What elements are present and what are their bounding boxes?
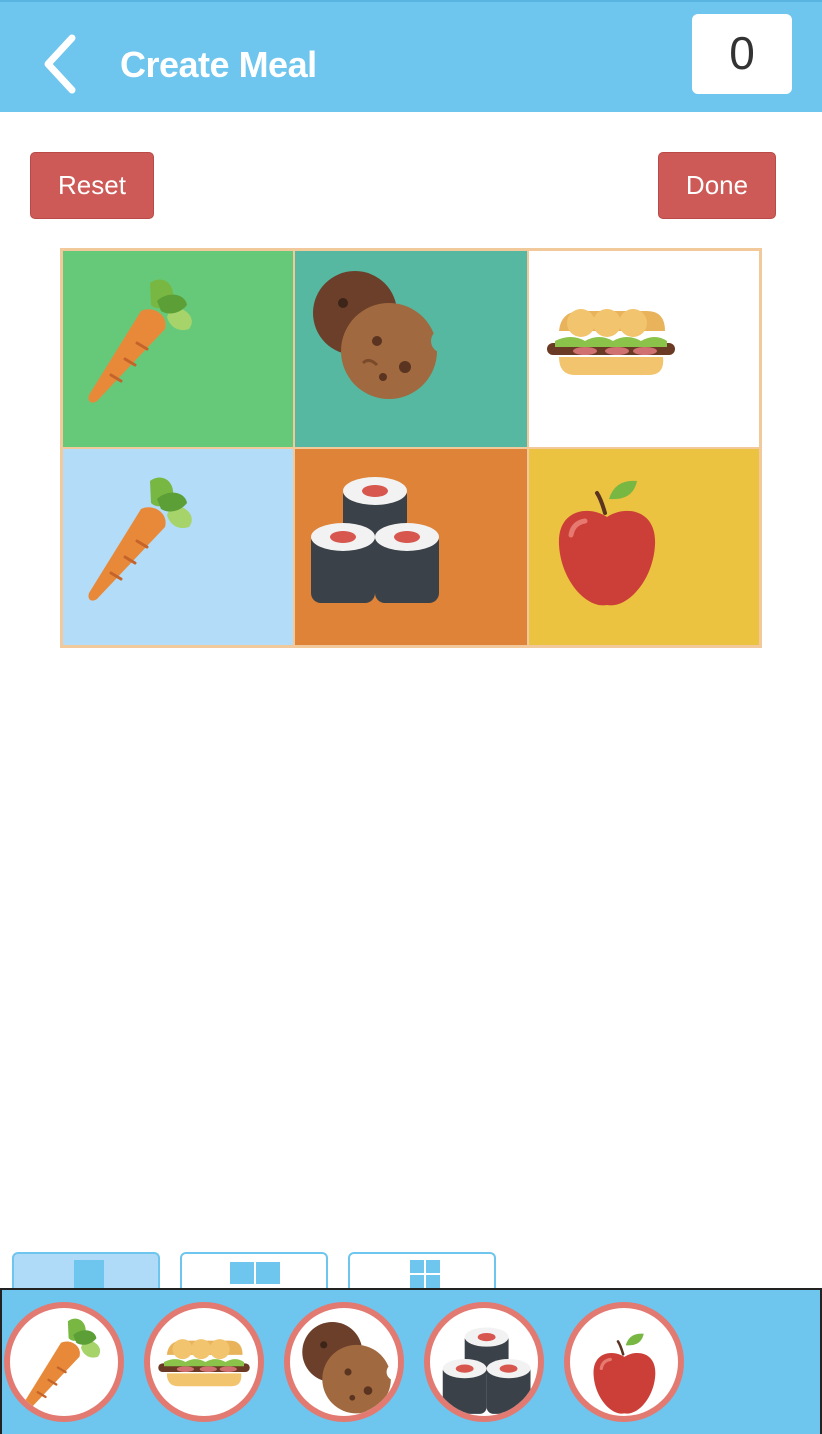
apple-icon (558, 480, 656, 606)
cookies-icon (302, 1322, 398, 1414)
food-option-sushi[interactable] (424, 1302, 544, 1422)
meal-grid (60, 248, 762, 648)
food-option-apple[interactable] (564, 1302, 684, 1422)
meal-slot-6[interactable] (528, 448, 760, 646)
page-title: Create Meal (120, 44, 317, 85)
carrot-icon (88, 279, 192, 403)
tab-one-column[interactable] (12, 1252, 160, 1292)
food-option-sandwich[interactable] (144, 1302, 264, 1422)
food-option-cookies[interactable] (284, 1302, 404, 1422)
food-option-carrot[interactable] (4, 1302, 124, 1422)
back-button[interactable] (36, 32, 86, 96)
app-header: Create Meal 0 (0, 0, 822, 112)
meal-slot-2[interactable] (294, 250, 528, 448)
chevron-left-icon (44, 34, 76, 94)
carrot-icon (88, 477, 192, 601)
tab-two-column[interactable] (180, 1252, 328, 1292)
tab-four-grid[interactable] (348, 1252, 496, 1292)
meal-slot-1[interactable] (62, 250, 294, 448)
meal-counter: 0 (692, 14, 792, 94)
sushi-icon (311, 477, 439, 603)
reset-button[interactable]: Reset (30, 152, 154, 219)
meal-slot-4[interactable] (62, 448, 294, 646)
meal-slot-3[interactable] (528, 250, 760, 448)
sandwich-icon (158, 1339, 250, 1387)
carrot-icon (20, 1318, 101, 1414)
meal-slot-5[interactable] (294, 448, 528, 646)
sandwich-icon (547, 309, 675, 375)
sushi-icon (442, 1327, 531, 1414)
layout-tabs (0, 1250, 822, 1292)
cookies-icon (313, 271, 447, 399)
done-button[interactable]: Done (658, 152, 776, 219)
apple-icon (593, 1333, 656, 1414)
food-tray (0, 1288, 822, 1434)
